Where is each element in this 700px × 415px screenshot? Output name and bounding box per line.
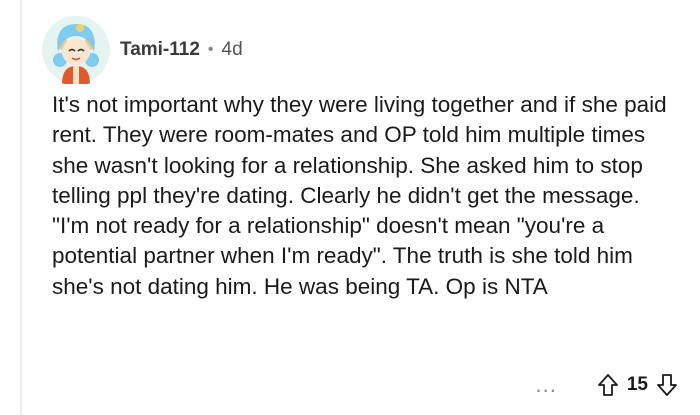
comment-header: Tami-112 • 4d [40,10,243,90]
username-link[interactable]: Tami-112 [120,39,200,61]
comment-actions: ... 15 [536,370,678,400]
downvote-arrow-icon[interactable] [656,373,678,397]
thread-line[interactable] [20,0,22,415]
comment-body: It's not important why they were living … [52,92,667,299]
vote-count: 15 [626,374,648,395]
more-options-icon[interactable]: ... [536,374,557,396]
avatar-icon[interactable] [40,14,112,86]
upvote-arrow-icon[interactable] [597,373,619,397]
comment-meta: Tami-112 • 4d [120,39,243,61]
comment-age: 4d [221,39,243,60]
meta-separator: • [207,41,214,58]
vote-controls: 15 [597,373,678,397]
